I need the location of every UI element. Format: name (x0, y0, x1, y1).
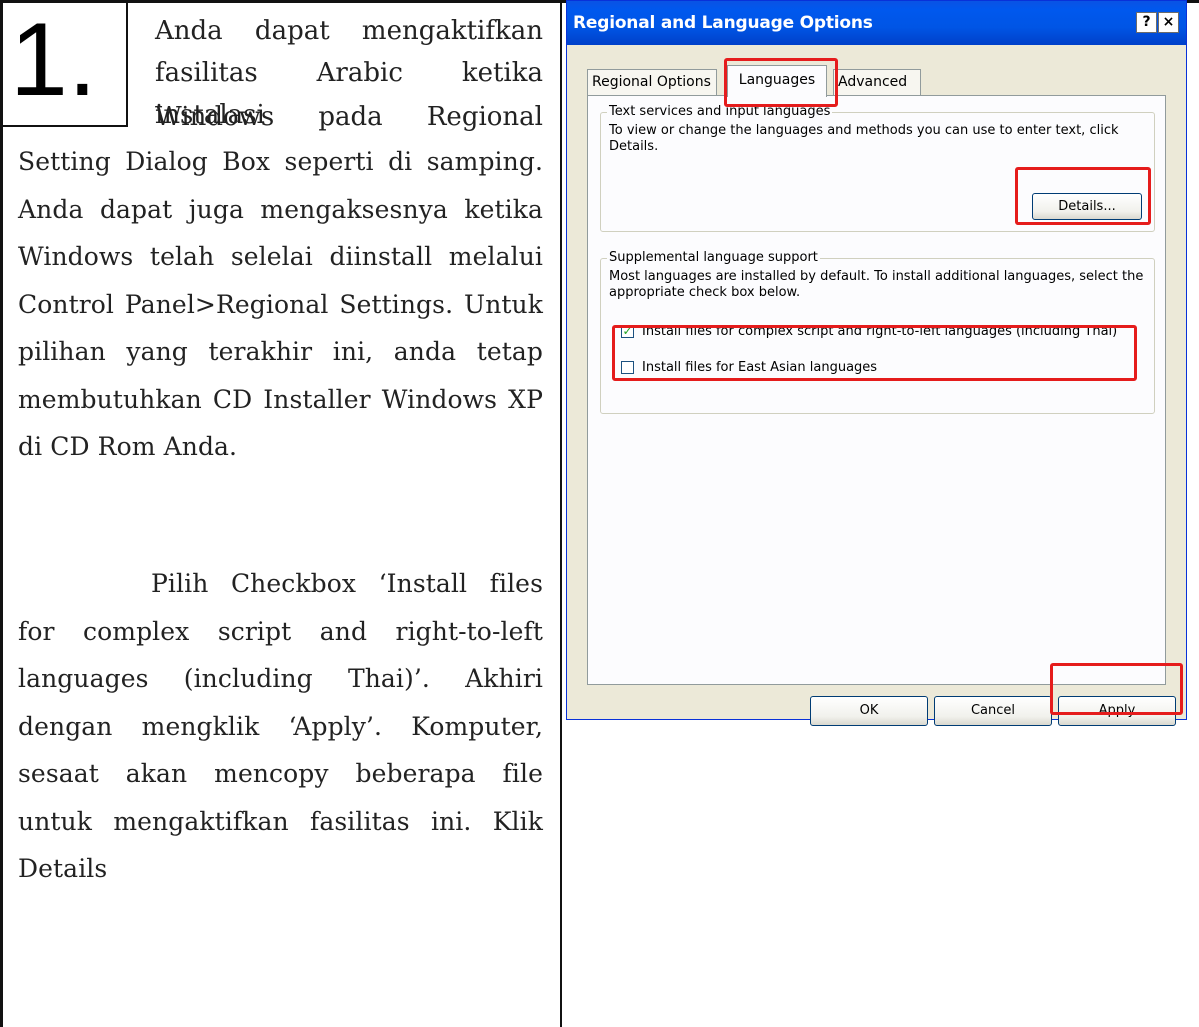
tab-languages[interactable]: Languages (727, 65, 827, 97)
text-services-description: To view or change the languages and meth… (609, 123, 1119, 154)
supplemental-description: Most languages are installed by default.… (609, 269, 1144, 300)
help-icon[interactable]: ? (1136, 12, 1157, 33)
step-number-box: 1. (0, 0, 128, 127)
table-border-left (0, 0, 3, 1027)
text-services-group: Text services and input languages To vie… (600, 104, 1155, 232)
east-asian-checkbox[interactable] (621, 361, 634, 374)
step-number: 1. (10, 2, 97, 118)
dialog-titlebar: Regional and Language Options ? × (567, 1, 1186, 45)
instruction-line-3: Windows pada Regional (155, 102, 543, 132)
apply-button[interactable]: Apply (1058, 696, 1176, 726)
ok-button[interactable]: OK (810, 696, 928, 726)
close-icon[interactable]: × (1158, 12, 1179, 33)
complex-script-checkbox[interactable]: ✓ (621, 325, 634, 338)
text-services-title: Text services and input languages (607, 104, 833, 120)
instruction-paragraph-2: Pilih Checkbox ‘Install files for comple… (18, 569, 543, 883)
instruction-line-1: Anda dapat mengaktifkan (155, 16, 543, 46)
languages-tab-panel: Text services and input languages To vie… (587, 95, 1166, 685)
dialog-title: Regional and Language Options (573, 13, 873, 33)
cancel-button[interactable]: Cancel (934, 696, 1052, 726)
east-asian-label: Install files for East Asian languages (642, 360, 878, 375)
tab-regional-options[interactable]: Regional Options (587, 69, 717, 95)
table-column-divider (560, 0, 562, 1027)
supplemental-title: Supplemental language support (607, 250, 820, 266)
tab-advanced[interactable]: Advanced (833, 69, 921, 95)
supplemental-language-group: Supplemental language support Most langu… (600, 250, 1155, 414)
details-button[interactable]: Details... (1032, 193, 1142, 220)
complex-script-label: Install files for complex script and rig… (642, 324, 1118, 339)
instruction-paragraph-1: Setting Dialog Box seperti di samping. A… (18, 147, 543, 461)
regional-language-dialog: Regional and Language Options ? × Region… (566, 0, 1187, 726)
